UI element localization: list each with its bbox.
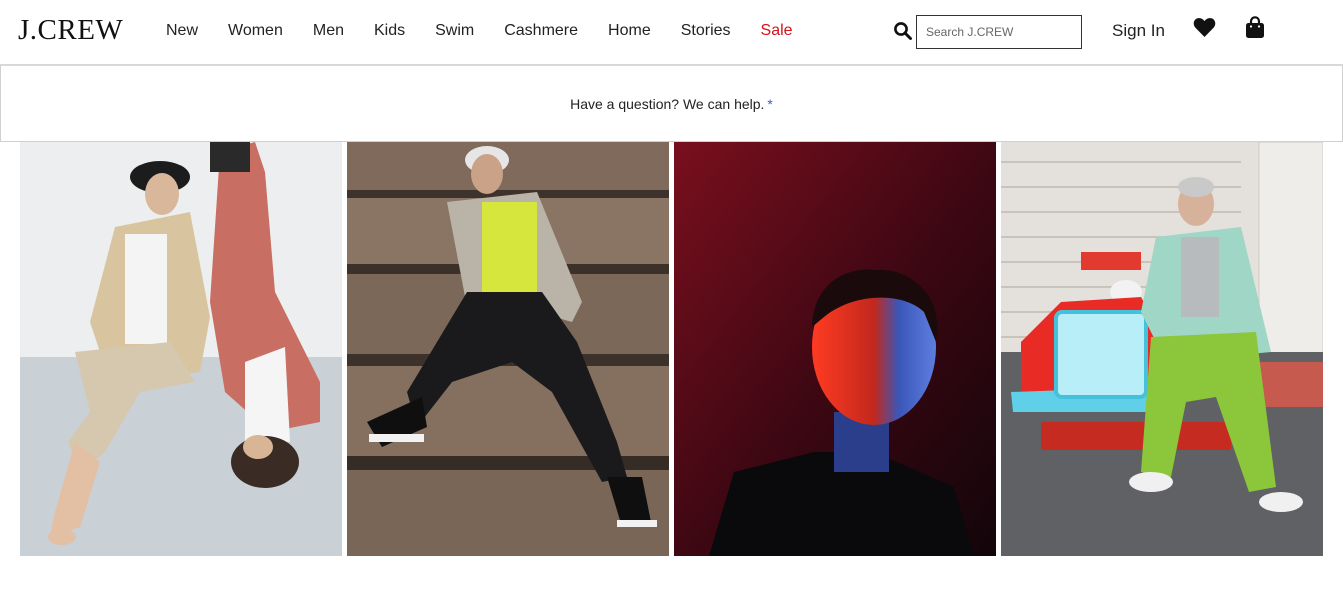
photo-model-red-blue-light[interactable] bbox=[674, 142, 996, 556]
search-icon[interactable] bbox=[893, 21, 913, 41]
jcrew-logo[interactable]: J.CREW bbox=[18, 14, 123, 47]
nav-item-sale[interactable]: Sale bbox=[761, 22, 793, 40]
nav-item-stories[interactable]: Stories bbox=[681, 22, 731, 40]
photo-model-stone-steps[interactable] bbox=[347, 142, 669, 556]
photo-model-toy-car[interactable] bbox=[1001, 142, 1323, 556]
nav-item-swim[interactable]: Swim bbox=[435, 22, 474, 40]
help-text: Have a question? We can help. bbox=[570, 96, 765, 112]
heart-icon[interactable] bbox=[1193, 17, 1216, 38]
sign-in-link[interactable]: Sign In bbox=[1112, 21, 1165, 41]
search-input[interactable] bbox=[916, 15, 1082, 49]
photo-grid bbox=[20, 142, 1323, 556]
photo-two-models-floor[interactable] bbox=[20, 142, 342, 556]
help-star-link[interactable]: * bbox=[767, 96, 772, 112]
nav-item-home[interactable]: Home bbox=[608, 22, 651, 40]
nav-item-kids[interactable]: Kids bbox=[374, 22, 405, 40]
nav-item-new[interactable]: New bbox=[166, 22, 198, 40]
site-header: J.CREW New Women Men Kids Swim Cashmere … bbox=[0, 0, 1343, 66]
main-nav: New Women Men Kids Swim Cashmere Home St… bbox=[166, 22, 823, 40]
nav-item-men[interactable]: Men bbox=[313, 22, 344, 40]
nav-item-cashmere[interactable]: Cashmere bbox=[504, 22, 578, 40]
nav-item-women[interactable]: Women bbox=[228, 22, 283, 40]
help-text-wrapper: Have a question? We can help. * bbox=[570, 96, 773, 112]
help-banner: Have a question? We can help. * bbox=[0, 66, 1343, 142]
shopping-bag-icon[interactable] bbox=[1245, 16, 1265, 39]
